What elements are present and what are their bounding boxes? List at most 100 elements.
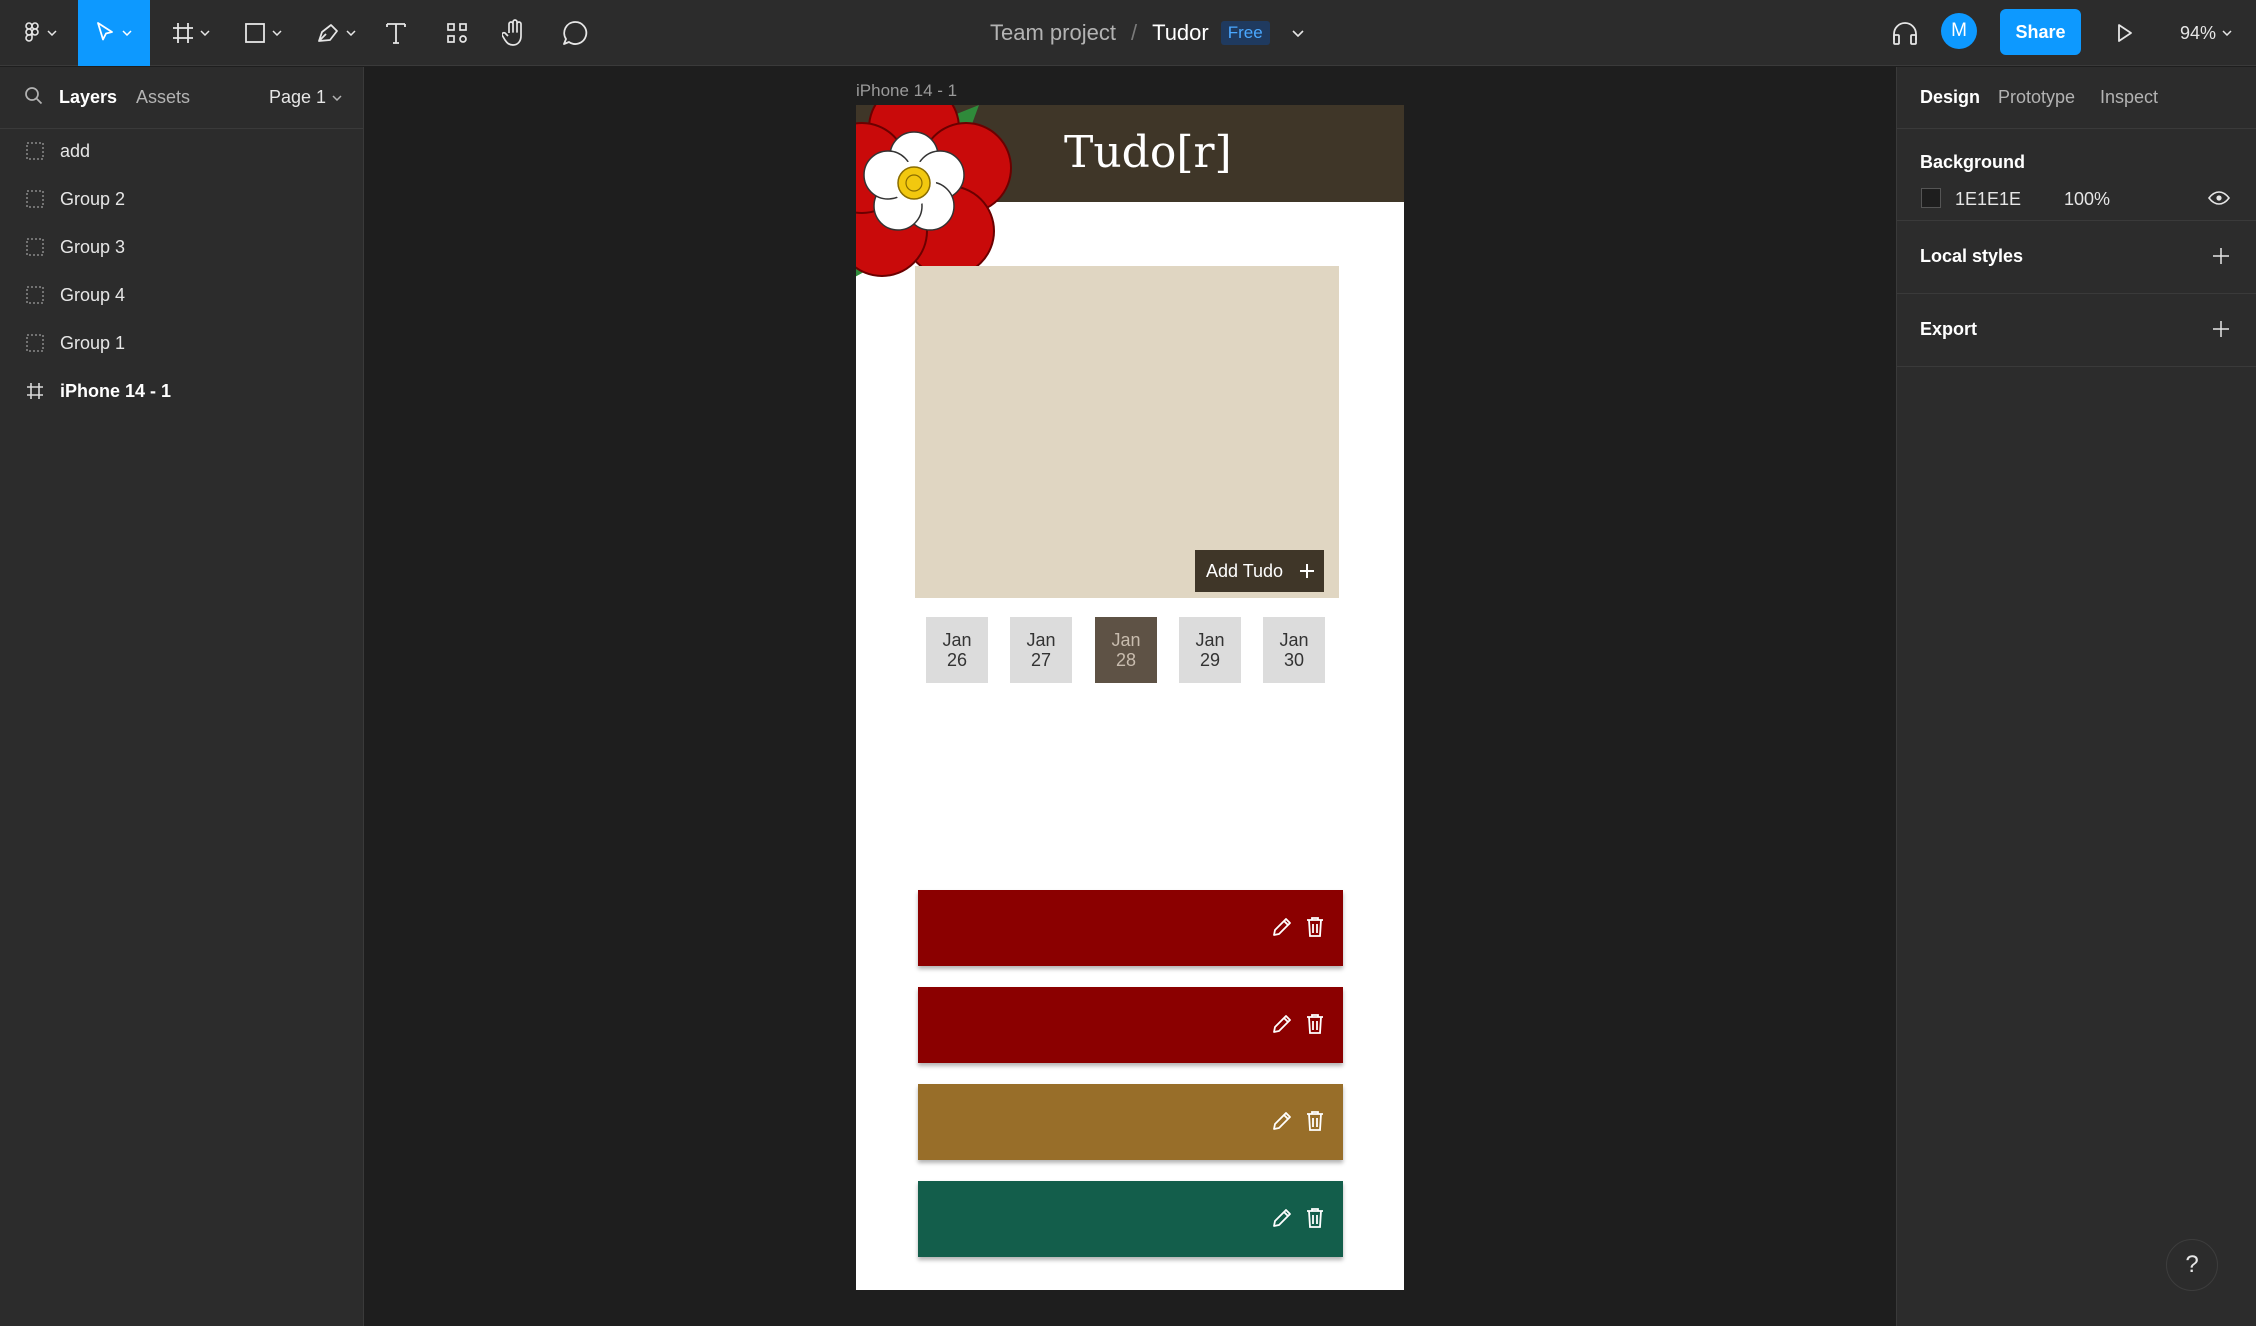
- layer-name: add: [60, 140, 91, 161]
- layer-item[interactable]: Group 1: [0, 319, 363, 367]
- date-chip[interactable]: Jan 27: [1010, 617, 1072, 683]
- audio-button[interactable]: [1888, 0, 1922, 66]
- share-button[interactable]: Share: [2000, 9, 2081, 55]
- group-icon: [26, 142, 44, 160]
- task-item[interactable]: [918, 1084, 1343, 1160]
- group-icon: [26, 286, 44, 304]
- help-button[interactable]: ?: [2166, 1239, 2218, 1291]
- date-month: Jan: [1279, 630, 1309, 650]
- date-day: 28: [1115, 650, 1137, 670]
- project-name[interactable]: Team project: [990, 20, 1116, 46]
- layers-panel: Layers Assets Page 1 add Group 2 Group 3…: [0, 67, 364, 1326]
- group-icon: [26, 190, 44, 208]
- background-title: Background: [1920, 152, 2026, 172]
- group-icon: [26, 238, 44, 256]
- frame-label[interactable]: iPhone 14 - 1: [856, 81, 957, 101]
- cursor-icon: [97, 22, 113, 41]
- rectangle-icon: [245, 23, 265, 43]
- layer-item[interactable]: Group 2: [0, 175, 363, 223]
- task-item[interactable]: [918, 890, 1343, 966]
- layers-panel-header: Layers Assets Page 1: [0, 67, 363, 129]
- background-opacity-value[interactable]: 100%: [2064, 189, 2110, 210]
- add-tudo-button[interactable]: Add Tudo: [1195, 550, 1324, 592]
- play-icon: [2118, 24, 2132, 42]
- chevron-down-icon: [122, 30, 132, 36]
- resources-tool-button[interactable]: [440, 0, 474, 66]
- date-day: 30: [1283, 650, 1305, 670]
- main-menu-button[interactable]: [18, 0, 64, 66]
- date-month: Jan: [1111, 630, 1141, 650]
- plus-icon[interactable]: [2212, 247, 2230, 265]
- background-color-swatch[interactable]: [1921, 188, 1941, 208]
- trash-icon[interactable]: [1306, 1013, 1324, 1035]
- task-item[interactable]: [918, 1181, 1343, 1257]
- move-tool-button[interactable]: [78, 0, 150, 66]
- date-chip[interactable]: Jan 29: [1179, 617, 1241, 683]
- layer-item[interactable]: Group 4: [0, 271, 363, 319]
- headphones-icon: [1893, 22, 1917, 45]
- chevron-down-icon: [47, 30, 57, 36]
- avatar[interactable]: M: [1941, 13, 1977, 49]
- hand-tool-button[interactable]: [498, 0, 532, 66]
- tudor-rose-icon: [856, 105, 1012, 293]
- page-name: Page 1: [269, 87, 327, 107]
- pen-tool-button[interactable]: [310, 0, 362, 66]
- pencil-icon[interactable]: [1271, 916, 1293, 938]
- toolbar: Team project / Tudor Free M Share 94%: [0, 0, 2256, 66]
- background-hex-value[interactable]: 1E1E1E: [1955, 189, 2021, 210]
- date-day: 29: [1199, 650, 1221, 670]
- date-chip[interactable]: Jan 30: [1263, 617, 1325, 683]
- comment-icon: [563, 21, 588, 45]
- date-chip[interactable]: Jan 26: [926, 617, 988, 683]
- trash-icon[interactable]: [1306, 916, 1324, 938]
- date-month: Jan: [1026, 630, 1056, 650]
- local-styles-section: Local styles: [1897, 221, 2256, 294]
- breadcrumb-separator: /: [1130, 20, 1138, 45]
- date-month: Jan: [942, 630, 972, 650]
- plus-icon[interactable]: [2212, 320, 2230, 338]
- properties-tabs: Design Prototype Inspect: [1897, 67, 2256, 129]
- pencil-icon[interactable]: [1271, 1207, 1293, 1229]
- local-styles-title: Local styles: [1920, 246, 2024, 266]
- tab-prototype[interactable]: Prototype: [1998, 87, 2075, 108]
- layer-name: Group 4: [60, 284, 126, 305]
- date-chip-selected[interactable]: Jan 28: [1095, 617, 1157, 683]
- search-icon[interactable]: [24, 86, 44, 106]
- export-title: Export: [1920, 319, 1978, 339]
- layer-item[interactable]: Group 3: [0, 223, 363, 271]
- file-title: Team project / Tudor Free: [990, 0, 1304, 66]
- shape-tool-button[interactable]: [238, 0, 288, 66]
- page-selector[interactable]: Page 1: [269, 87, 342, 108]
- plan-badge: Free: [1220, 21, 1270, 45]
- zoom-level: 94%: [2180, 22, 2217, 43]
- add-tudo-label: Add Tudo: [1206, 560, 1284, 581]
- app-title: Tudo[r]: [1064, 127, 1232, 178]
- eye-icon[interactable]: [2208, 191, 2230, 205]
- layer-name: Group 3: [60, 236, 126, 257]
- export-section: Export: [1897, 294, 2256, 367]
- comment-tool-button[interactable]: [558, 0, 592, 66]
- present-button[interactable]: [2110, 0, 2140, 66]
- date-day: 26: [946, 650, 968, 670]
- chevron-down-icon[interactable]: [1292, 29, 1304, 37]
- tab-inspect[interactable]: Inspect: [2100, 87, 2158, 108]
- properties-panel: Design Prototype Inspect Background 1E1E…: [1896, 67, 2256, 1326]
- chevron-down-icon: [272, 30, 282, 36]
- phone-frame[interactable]: Tudo[r] Add Tudo Jan 26 Jan 27 Jan 28 Ja…: [856, 105, 1404, 1290]
- tab-layers[interactable]: Layers: [59, 87, 117, 108]
- layer-item[interactable]: add: [0, 127, 363, 175]
- trash-icon[interactable]: [1306, 1110, 1324, 1132]
- chevron-down-icon: [332, 94, 342, 101]
- text-tool-button[interactable]: [380, 0, 412, 66]
- layer-item-frame[interactable]: iPhone 14 - 1: [0, 367, 363, 415]
- tab-assets[interactable]: Assets: [136, 87, 190, 108]
- file-name[interactable]: Tudor: [1152, 20, 1209, 46]
- frame-tool-button[interactable]: [166, 0, 216, 66]
- task-item[interactable]: [918, 987, 1343, 1063]
- zoom-menu[interactable]: 94%: [2180, 0, 2232, 66]
- pencil-icon[interactable]: [1271, 1013, 1293, 1035]
- tab-design[interactable]: Design: [1920, 87, 1980, 108]
- pencil-icon[interactable]: [1271, 1110, 1293, 1132]
- trash-icon[interactable]: [1306, 1207, 1324, 1229]
- group-icon: [26, 334, 44, 352]
